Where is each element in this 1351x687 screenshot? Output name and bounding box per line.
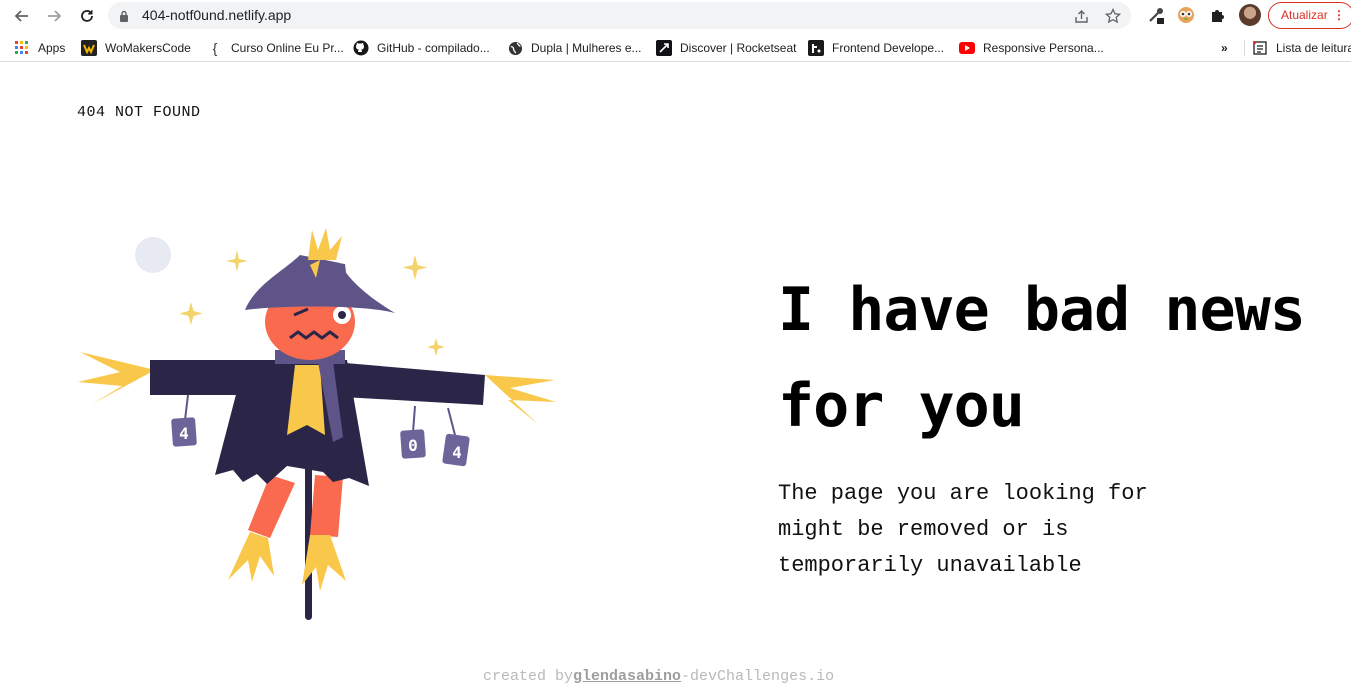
bookmark-apps[interactable]: Apps xyxy=(14,39,65,57)
curly-brace-icon: { xyxy=(212,40,218,56)
bookmarks-overflow-button[interactable]: » xyxy=(1221,39,1228,57)
sign-digit-3: 4 xyxy=(452,443,462,462)
reading-list-label: Lista de leitura xyxy=(1276,41,1351,55)
scarecrow-illustration: 4 0 4 xyxy=(78,228,556,620)
bookmark-womakerscode[interactable]: WoMakersCode xyxy=(81,39,191,57)
bookmark-label: Discover | Rocketseat xyxy=(680,41,797,55)
sign-digit-2: 0 xyxy=(408,436,418,455)
footer-prefix: created by xyxy=(483,668,574,685)
rocketseat-icon xyxy=(656,40,672,56)
apps-grid-icon xyxy=(14,40,30,56)
page-description: The page you are looking for might be re… xyxy=(778,481,1148,578)
globe-icon xyxy=(507,40,523,56)
footer-credit: created byglendasabino-devChallenges.io xyxy=(483,668,834,685)
bookmark-label: Responsive Persona... xyxy=(983,41,1104,55)
address-bar[interactable]: 404-notf0und.netlify.app xyxy=(108,2,1131,29)
github-icon xyxy=(353,40,369,56)
forward-icon[interactable] xyxy=(42,4,66,28)
bookmark-github[interactable]: GitHub - compilado... xyxy=(353,39,490,57)
bookmarks-bar: Apps WoMakersCode { Curso Online Eu Pr..… xyxy=(0,34,1351,62)
footer-suffix: -devChallenges.io xyxy=(681,668,835,685)
page-headline: I have bad news for you xyxy=(778,275,1306,441)
profile-avatar[interactable] xyxy=(1239,4,1261,26)
reading-list-button[interactable]: Lista de leitura xyxy=(1252,39,1351,57)
author-link[interactable]: glendasabino xyxy=(573,668,681,685)
bookmark-label: WoMakersCode xyxy=(105,41,191,55)
moon-shape xyxy=(135,237,171,273)
owl-extension-icon[interactable] xyxy=(1176,5,1196,25)
puzzle-extensions-icon[interactable] xyxy=(1208,5,1228,25)
bookmark-label: GitHub - compilado... xyxy=(377,41,490,55)
frontend-mentor-icon xyxy=(808,40,824,56)
browser-toolbar: 404-notf0und.netlify.app Atualizar ⋮ xyxy=(0,0,1351,32)
share-icon[interactable] xyxy=(1072,7,1090,25)
lock-icon xyxy=(119,9,129,27)
reading-list-icon xyxy=(1252,40,1268,56)
site-logo: 404 NOT FOUND xyxy=(77,104,201,121)
womakerscode-icon xyxy=(81,40,97,56)
youtube-icon xyxy=(959,40,975,56)
update-button[interactable]: Atualizar ⋮ xyxy=(1268,2,1351,29)
bookmark-frontend-mentor[interactable]: Frontend Develope... xyxy=(808,39,944,57)
bookmark-rocketseat[interactable]: Discover | Rocketseat xyxy=(656,39,797,57)
bookmark-star-icon[interactable] xyxy=(1104,7,1122,25)
bookmarks-divider xyxy=(1244,40,1245,56)
update-label: Atualizar xyxy=(1281,8,1328,22)
back-icon[interactable] xyxy=(10,4,34,28)
bookmark-curso-online[interactable]: { Curso Online Eu Pr... xyxy=(207,39,344,57)
bookmark-dupla[interactable]: Dupla | Mulheres e... xyxy=(507,39,642,57)
bookmark-label: Dupla | Mulheres e... xyxy=(531,41,642,55)
url-text[interactable]: 404-notf0und.netlify.app xyxy=(142,7,291,23)
bookmark-label: Apps xyxy=(38,41,66,55)
bookmark-label: Frontend Develope... xyxy=(832,41,945,55)
bookmark-responsive-persona[interactable]: Responsive Persona... xyxy=(959,39,1104,57)
reload-icon[interactable] xyxy=(75,4,99,28)
menu-dots-icon[interactable]: ⋮ xyxy=(1333,3,1345,28)
bookmark-label: Curso Online Eu Pr... xyxy=(231,41,344,55)
eyedropper-extension-icon[interactable] xyxy=(1146,5,1166,25)
sign-digit-1: 4 xyxy=(179,424,189,443)
